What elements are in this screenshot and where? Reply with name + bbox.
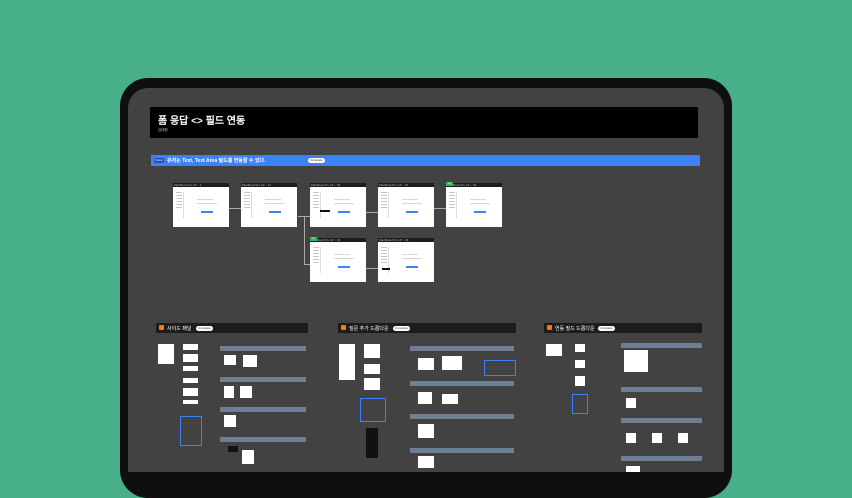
annotation-bar [220, 377, 306, 382]
section-title: 연동 필드 드롭다운 [555, 325, 595, 332]
mini-screen [339, 344, 355, 380]
page-title: 폼 응답 <> 필드 연동 [158, 116, 246, 127]
mini-screen [418, 424, 434, 438]
mini-screen [183, 400, 198, 404]
mini-screen [546, 344, 562, 356]
mini-screen [626, 466, 640, 472]
screen-frame[interactable]: MacBook Pro 14" - 1 [173, 183, 229, 227]
annotation-bar [410, 414, 514, 419]
annotation-bar [621, 343, 702, 348]
screen-frame[interactable]: MacBook Pro 14" - 32 v1 [446, 182, 502, 227]
screen-frame[interactable]: MacBook Pro 14" - 31 [378, 183, 434, 227]
frame-badge: v1 [446, 182, 453, 186]
section-header-question-dropdown: 질문 추가 드롭다운 Complete [338, 323, 516, 333]
annotation-bar [410, 346, 514, 351]
screen-frame[interactable]: MacBook Pro 14" - 30 v1 [310, 237, 366, 282]
mini-screen [183, 388, 198, 396]
mini-screen [158, 344, 174, 364]
highlighted-mini-screen [572, 394, 588, 414]
mini-screen-dark [366, 428, 378, 458]
mini-screen [183, 354, 198, 362]
mini-screen [442, 394, 458, 404]
mini-screen [224, 355, 236, 365]
mini-screen [224, 386, 234, 398]
mini-screen [418, 392, 432, 404]
status-tag: Done [154, 157, 164, 163]
mini-screen [575, 376, 585, 386]
mini-screen [575, 360, 585, 368]
mini-screen [364, 344, 380, 358]
mini-screen [224, 415, 236, 427]
highlighted-mini-screen [180, 416, 202, 446]
section-title: 질문 추가 드롭다운 [349, 325, 389, 332]
mini-screen [652, 433, 662, 443]
mini-screen [418, 358, 434, 370]
annotation-bar [220, 346, 306, 351]
annotation-bar [621, 387, 702, 392]
status-chip: Complete [196, 325, 213, 331]
section-header-side-panel: 사이드 패널 Complete [156, 323, 308, 333]
page-header: 폼 응답 <> 필드 연동 김태현 [150, 107, 698, 138]
highlighted-mini-screen [360, 398, 386, 422]
section-header-field-dropdown: 연동 필드 드롭다운 Complete [544, 323, 702, 333]
mini-screen-dark [228, 446, 238, 452]
mini-screen [243, 355, 257, 367]
flow-connector [304, 216, 305, 264]
annotation-bar [621, 456, 702, 461]
feature-banner: Done 유저는 Text, Text Area 필드를 연동할 수 있다. C… [151, 155, 700, 166]
mini-screen [183, 366, 198, 371]
screen-frame[interactable]: MacBook Pro 14" - 11 [241, 183, 297, 227]
flow-connector [434, 208, 446, 209]
flow-connector [366, 212, 378, 213]
mini-screen [442, 356, 462, 370]
annotation-bar [220, 437, 306, 442]
mini-screen [626, 433, 636, 443]
mini-screen [418, 456, 434, 468]
annotation-bar [220, 407, 306, 412]
annotation-bar [621, 418, 702, 423]
flow-connector [366, 268, 378, 269]
screen-frame[interactable]: MacBook Pro 14" - 29 [310, 183, 366, 227]
annotation-bar [410, 448, 514, 453]
design-canvas[interactable]: 폼 응답 <> 필드 연동 김태현 Done 유저는 Text, Text Ar… [128, 88, 724, 472]
mini-screen [183, 378, 198, 383]
mini-screen [626, 398, 636, 408]
screen-frame[interactable]: MacBook Pro 14" - 33 [378, 238, 434, 282]
frame-badge: v1 [310, 237, 317, 241]
feature-banner-text: 유저는 Text, Text Area 필드를 연동할 수 있다. [167, 158, 266, 164]
status-chip: Complete [598, 325, 615, 331]
mini-screen [364, 378, 380, 390]
section-title: 사이드 패널 [167, 325, 192, 332]
page-author: 김태현 [158, 128, 168, 132]
section-icon [159, 325, 164, 330]
mini-screen [242, 450, 254, 464]
annotation-bar [410, 381, 514, 386]
status-chip: Complete [308, 157, 325, 163]
status-chip: Complete [393, 325, 410, 331]
mini-screen [364, 364, 380, 374]
mini-screen [678, 433, 688, 443]
mini-screen [183, 344, 198, 350]
section-icon [547, 325, 552, 330]
flow-connector [229, 208, 241, 209]
mini-screen [624, 350, 648, 372]
mini-screen [575, 344, 585, 352]
highlighted-mini-screen [484, 360, 516, 376]
section-icon [341, 325, 346, 330]
mini-screen [240, 386, 252, 398]
